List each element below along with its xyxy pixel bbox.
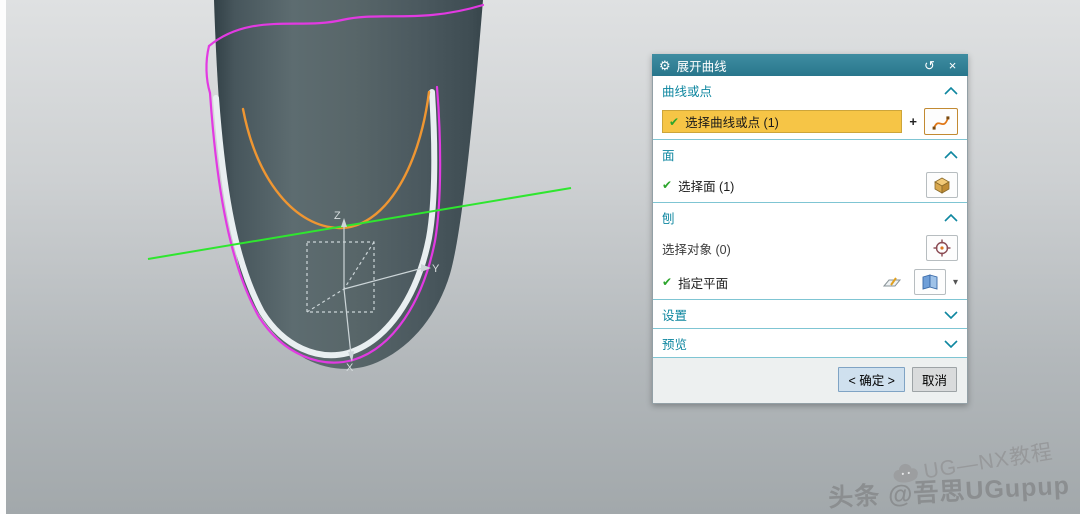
axis-label-z: Z bbox=[334, 210, 341, 222]
chevron-down-icon bbox=[944, 339, 958, 348]
object-select-button[interactable] bbox=[926, 235, 958, 261]
dialog-title: 展开曲线 bbox=[676, 59, 727, 74]
group-header-preview[interactable]: 预览 bbox=[653, 329, 967, 357]
boundary-curve-magenta-left[interactable] bbox=[205, 44, 212, 95]
reset-button[interactable]: ↺ bbox=[921, 59, 938, 72]
plane-book-icon bbox=[922, 274, 938, 290]
close-button[interactable]: × bbox=[944, 59, 961, 72]
chevron-up-icon bbox=[944, 86, 958, 95]
check-icon: ✔ bbox=[662, 275, 673, 289]
unwrap-curve-dialog: ⚙ 展开曲线 ↺ × 曲线或点 ✔ 选择曲线或点 (1) + 面 ✔ 选择面 (… bbox=[652, 54, 968, 404]
group-header-settings[interactable]: 设置 bbox=[653, 300, 967, 328]
select-face-row[interactable]: ✔ 选择面 (1) bbox=[653, 168, 967, 202]
group-header-plane[interactable]: 刨 bbox=[653, 203, 967, 231]
select-curve-field[interactable]: ✔ 选择曲线或点 (1) bbox=[662, 110, 903, 133]
window-left-edge bbox=[0, 0, 6, 514]
dialog-titlebar[interactable]: ⚙ 展开曲线 ↺ × bbox=[652, 54, 968, 76]
select-object-label: 选择对象 (0) bbox=[662, 242, 731, 257]
check-icon: ✔ bbox=[662, 178, 673, 192]
group-label: 设置 bbox=[662, 309, 688, 323]
group-label: 面 bbox=[662, 149, 675, 163]
cancel-button[interactable]: 取消 bbox=[911, 367, 957, 392]
point-constructor-icon[interactable]: + bbox=[909, 114, 917, 129]
cube-icon bbox=[934, 177, 950, 194]
group-header-curve-or-point[interactable]: 曲线或点 bbox=[653, 76, 967, 104]
face-select-button[interactable] bbox=[926, 172, 958, 198]
group-preview: 预览 bbox=[653, 329, 967, 358]
specify-plane-row[interactable]: ✔ 指定平面 ▾ bbox=[653, 265, 967, 299]
group-settings: 设置 bbox=[653, 300, 967, 329]
group-label: 刨 bbox=[662, 212, 675, 226]
plane-dialog-button[interactable] bbox=[876, 269, 908, 295]
group-face: 面 ✔ 选择面 (1) bbox=[653, 140, 967, 203]
gear-icon: ⚙ bbox=[659, 57, 671, 73]
chevron-down-icon bbox=[944, 310, 958, 319]
group-header-face[interactable]: 面 bbox=[653, 140, 967, 168]
group-label: 曲线或点 bbox=[662, 85, 713, 99]
select-curve-row: ✔ 选择曲线或点 (1) + bbox=[653, 104, 967, 139]
dialog-body: 曲线或点 ✔ 选择曲线或点 (1) + 面 ✔ 选择面 (1) 刨 选择对象 (… bbox=[652, 76, 968, 404]
select-face-label: 选择面 (1) bbox=[678, 179, 735, 194]
chevron-up-icon bbox=[944, 213, 958, 222]
group-label: 预览 bbox=[662, 338, 688, 352]
curve-rule-button[interactable] bbox=[924, 108, 958, 135]
axis-label-y: Y bbox=[432, 263, 440, 275]
group-plane: 刨 选择对象 (0) ✔ 指定平面 ▾ bbox=[653, 203, 967, 300]
app-window: Z Y X ⚙ 展开曲线 ↺ × 曲线或点 ✔ 选择曲线或点 (1) + 面 ✔… bbox=[0, 0, 1080, 514]
select-curve-label: 选择曲线或点 (1) bbox=[685, 116, 779, 130]
plane-pencil-icon bbox=[882, 277, 902, 287]
axis-label-x: X bbox=[346, 362, 354, 374]
check-icon: ✔ bbox=[669, 114, 680, 129]
dropdown-arrow-icon[interactable]: ▾ bbox=[953, 277, 958, 288]
select-object-row[interactable]: 选择对象 (0) bbox=[653, 231, 967, 265]
plane-method-button[interactable] bbox=[913, 269, 946, 295]
cylinder-body[interactable] bbox=[214, 0, 483, 369]
chevron-up-icon bbox=[944, 150, 958, 159]
ok-button[interactable]: < 确定 > bbox=[838, 367, 905, 392]
group-curve-or-point: 曲线或点 ✔ 选择曲线或点 (1) + bbox=[653, 76, 967, 140]
specify-plane-label: 指定平面 bbox=[678, 276, 729, 291]
spline-icon bbox=[932, 115, 950, 130]
crosshair-icon bbox=[933, 239, 951, 257]
dialog-footer: < 确定 > 取消 bbox=[653, 358, 967, 403]
